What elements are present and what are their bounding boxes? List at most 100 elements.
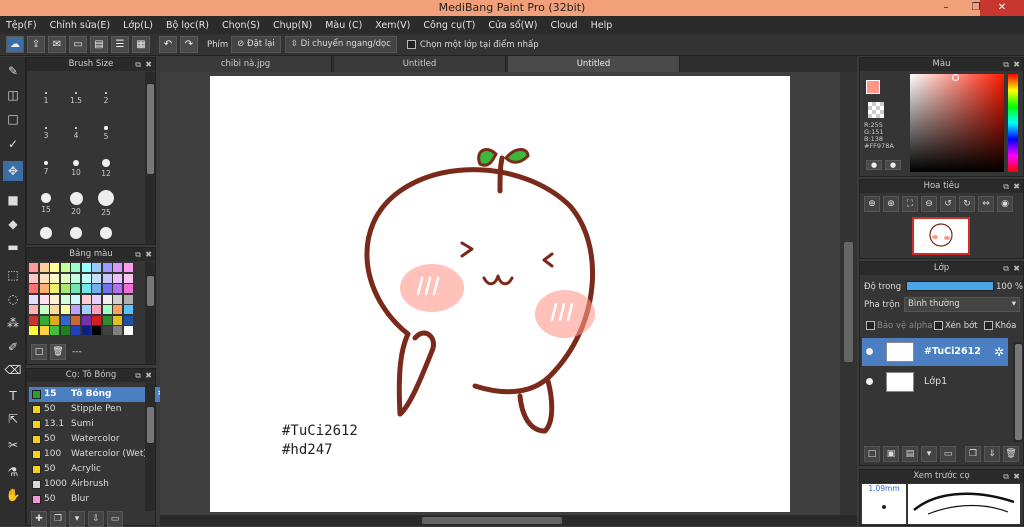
canvas-area[interactable]: #TuCi2612 #hd247 [160, 72, 857, 515]
palette-swatch[interactable] [50, 273, 59, 283]
foreground-color-swatch[interactable] [866, 80, 880, 94]
opacity-slider[interactable] [906, 281, 994, 291]
brush-size-cell[interactable] [92, 217, 120, 251]
palette-swatch[interactable] [113, 305, 122, 314]
float-icon[interactable]: ⧉ [1003, 180, 1009, 193]
palette-swatch[interactable] [102, 294, 112, 304]
palette-swatch[interactable] [71, 263, 80, 272]
menu-cloud[interactable]: Cloud [550, 20, 577, 31]
close-button[interactable]: ✕ [980, 0, 1024, 16]
menu-tools[interactable]: Công cụ(T) [423, 20, 475, 31]
palette-swatch[interactable] [102, 315, 112, 325]
palette-swatch[interactable] [60, 263, 70, 272]
palette-swatch[interactable] [29, 263, 38, 272]
palette-swatch[interactable] [102, 284, 112, 293]
dot-pen-icon[interactable]: ✓ [3, 134, 23, 154]
palette-swatch[interactable] [123, 284, 133, 293]
palette-swatch[interactable] [113, 284, 122, 293]
float-icon[interactable]: ⧉ [135, 369, 141, 382]
palette-swatch[interactable] [60, 294, 70, 304]
palette-swatch[interactable] [92, 326, 101, 335]
layer-row[interactable]: Lớp1 [862, 368, 1008, 396]
layer-folder-icon[interactable]: ▭ [940, 446, 956, 462]
panel-close-icon[interactable]: ✖ [1013, 58, 1020, 71]
fill-rect-icon[interactable]: ■ [3, 190, 23, 210]
palette-swatch[interactable] [71, 315, 80, 325]
palette-swatch[interactable] [29, 273, 38, 283]
panel-close-icon[interactable]: ✖ [1013, 470, 1020, 483]
fit-icon[interactable]: ⛶ [902, 196, 918, 212]
palette-swatch[interactable] [113, 273, 122, 283]
reset-view-icon[interactable]: ◉ [997, 196, 1013, 212]
palette-swatch[interactable] [81, 315, 91, 325]
float-icon[interactable]: ⧉ [1003, 58, 1009, 71]
palette-swatch[interactable] [39, 284, 49, 293]
menu-file[interactable]: Tệp(F) [6, 20, 37, 31]
panel-close-icon[interactable]: ✖ [1013, 180, 1020, 193]
reset-button[interactable]: ⊘ Đặt lại [231, 36, 281, 53]
palette-swatch[interactable] [29, 326, 38, 335]
flip-icon[interactable]: ⇔ [978, 196, 994, 212]
brush-size-cell[interactable]: 2 [92, 77, 120, 111]
palette-swatch[interactable] [39, 263, 49, 272]
palette-swatch[interactable] [81, 305, 91, 314]
menu-window[interactable]: Cửa sổ(W) [488, 20, 537, 31]
list-icon[interactable]: ☰ [111, 36, 129, 53]
tab-untitled-1[interactable]: Untitled [334, 56, 506, 72]
new-page-icon[interactable]: □ [31, 344, 47, 360]
palette-swatch[interactable] [50, 305, 59, 314]
import-brush-icon[interactable]: ⇩ [88, 511, 104, 527]
palette-swatch[interactable] [92, 284, 101, 293]
undo-icon[interactable]: ↶ [159, 36, 177, 53]
brush-menu-icon[interactable]: ▾ [69, 511, 85, 527]
brush-list-scrollbar[interactable] [145, 383, 155, 511]
move-tool-icon[interactable]: ✥ [3, 161, 23, 181]
canvas-vertical-scrollbar[interactable] [840, 72, 857, 515]
palette-swatch[interactable] [71, 284, 80, 293]
palette-swatch[interactable] [81, 273, 91, 283]
blend-mode-select[interactable]: Bình thường ▾ [904, 297, 1020, 312]
palette-swatch[interactable] [92, 263, 101, 272]
select-layer-checkbox[interactable] [406, 40, 416, 49]
float-icon[interactable]: ⧉ [1003, 470, 1009, 483]
palette-swatch[interactable] [60, 284, 70, 293]
palette-swatch[interactable] [29, 305, 38, 314]
text-tool-icon[interactable]: T [3, 386, 23, 406]
move-direction-button[interactable]: ⇳ Di chuyển ngang/dọc [284, 36, 397, 53]
brush-size-cell[interactable] [32, 217, 60, 251]
menu-view[interactable]: Xem(V) [375, 20, 410, 31]
clip-option[interactable]: Xén bớt [934, 321, 978, 331]
add-brush-icon[interactable]: ✚ [31, 511, 47, 527]
delete-layer-icon[interactable]: 🗑 [1003, 446, 1019, 462]
brush-size-scrollbar[interactable] [145, 72, 155, 244]
brush-size-cell[interactable]: 1.5 [62, 77, 90, 111]
palette-swatch[interactable] [50, 315, 59, 325]
palette-swatch[interactable] [92, 315, 101, 325]
hue-slider[interactable] [1008, 74, 1018, 172]
grid-icon[interactable]: ▦ [132, 36, 150, 53]
tab-untitled-2[interactable]: Untitled [508, 56, 680, 72]
visibility-icon[interactable] [866, 348, 873, 355]
brush-size-cell[interactable]: 3 [32, 112, 60, 146]
gear-icon[interactable]: ✲ [994, 338, 1004, 366]
float-icon[interactable]: ⧉ [1003, 262, 1009, 275]
palette-swatch[interactable] [60, 305, 70, 314]
menu-help[interactable]: Help [591, 20, 613, 31]
menu-snap[interactable]: Chụp(N) [273, 20, 312, 31]
palette-swatch[interactable] [102, 273, 112, 283]
palette-swatch[interactable] [113, 315, 122, 325]
brush-size-cell[interactable]: 25 [92, 182, 120, 217]
tab-chibi[interactable]: chibi nà.jpg [160, 56, 332, 72]
palette-swatch[interactable] [71, 326, 80, 335]
palette-swatch[interactable] [81, 326, 91, 335]
palette-swatch[interactable] [123, 263, 133, 272]
new-8bit-layer-icon[interactable]: ▤ [902, 446, 918, 462]
trash-icon[interactable]: 🗑 [50, 344, 66, 360]
palette-swatch[interactable] [113, 294, 122, 304]
new-halftone-layer-icon[interactable]: ▣ [883, 446, 899, 462]
brush-size-cell[interactable]: 4 [62, 112, 90, 146]
zoom-in-icon[interactable]: ⊕ [864, 196, 880, 212]
palette-swatch[interactable] [71, 294, 80, 304]
palette-swatch[interactable] [102, 263, 112, 272]
palette-swatch[interactable] [123, 315, 133, 325]
